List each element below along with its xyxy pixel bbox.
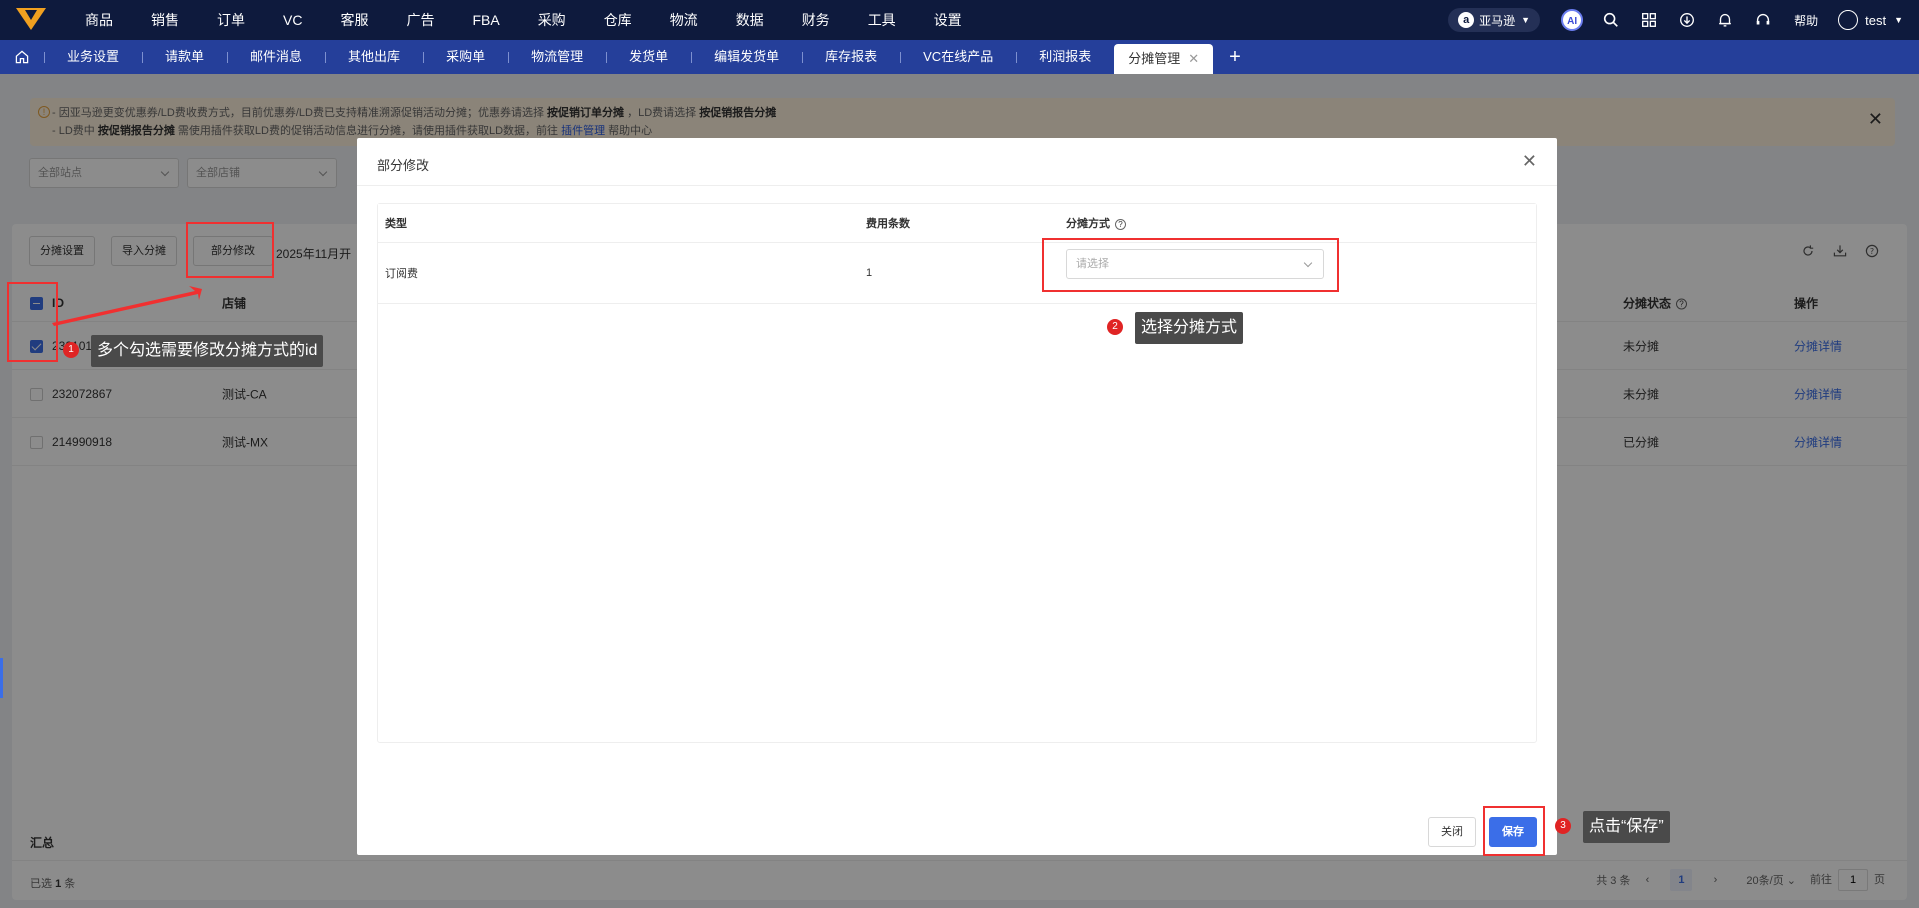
- annotation-box-method: [1042, 238, 1339, 292]
- home-icon[interactable]: [0, 40, 44, 74]
- tab-label: 其他出库: [348, 49, 401, 64]
- menu-item-11[interactable]: 财务: [783, 10, 849, 30]
- step-3-tooltip: 点击“保存”: [1583, 811, 1670, 843]
- menu-item-4[interactable]: 客服: [321, 10, 387, 30]
- tab-separator: [802, 52, 804, 63]
- row-type: 订阅费: [385, 268, 418, 280]
- help-link[interactable]: 帮助: [1794, 12, 1818, 29]
- tab-1[interactable]: 请款单: [142, 40, 227, 74]
- caret-down-icon: ▼: [1521, 15, 1531, 25]
- tab-8[interactable]: 库存报表: [802, 40, 900, 74]
- tab-label: 编辑发货单: [714, 49, 780, 64]
- tab-active-label: 分摊管理: [1128, 51, 1181, 66]
- tab-list: 业务设置 请款单 邮件消息 其他出库 采购单 物流管理 发货单 编辑发货单 库存报表 VC在线产品…: [44, 40, 1114, 74]
- menu-item-7[interactable]: 采购: [519, 10, 585, 30]
- partial-edit-dialog: 部分修改 ✕ 类型 费用条数 分摊方式? 订阅费 1 请选择 关闭 保存: [357, 138, 1557, 855]
- amazon-icon: a: [1458, 12, 1475, 28]
- tab-separator: [508, 52, 510, 63]
- annotation-box-partial-edit: [186, 222, 274, 278]
- menu-item-0[interactable]: 商品: [66, 10, 132, 30]
- menu-item-9[interactable]: 物流: [651, 10, 717, 30]
- main-menu: 商品 销售 订单 VC 客服 广告 FBA 采购 仓库 物流 数据 财务 工具 设置: [66, 0, 981, 40]
- col-fee-count: 费用条数: [866, 218, 910, 230]
- step-3-badge: 3: [1555, 818, 1571, 834]
- tab-0[interactable]: 业务设置: [44, 40, 142, 74]
- tab-label: 库存报表: [825, 49, 878, 64]
- top-right-tools: a 亚马逊 ▼ AI 帮助 test ▼: [1448, 0, 1919, 40]
- download-icon[interactable]: [1677, 10, 1697, 30]
- tab-label: 采购单: [446, 49, 486, 64]
- dialog-title: 部分修改: [377, 158, 430, 173]
- tab-5[interactable]: 物流管理: [508, 40, 606, 74]
- tab-label: 物流管理: [531, 49, 584, 64]
- tab-label: 发货单: [629, 49, 669, 64]
- tab-bar: 业务设置 请款单 邮件消息 其他出库 采购单 物流管理 发货单 编辑发货单 库存报表 VC在线产品…: [0, 40, 1919, 74]
- apps-grid-icon[interactable]: [1639, 10, 1659, 30]
- tab-label: VC在线产品: [923, 49, 994, 64]
- col-allocation-method: 分摊方式?: [1066, 215, 1126, 231]
- tab-separator: [227, 52, 229, 63]
- tab-10[interactable]: 利润报表: [1016, 40, 1114, 74]
- menu-item-12[interactable]: 工具: [849, 10, 915, 30]
- marketplace-switcher[interactable]: a 亚马逊 ▼: [1448, 8, 1541, 32]
- menu-item-5[interactable]: 广告: [387, 10, 453, 30]
- headset-icon[interactable]: [1753, 10, 1773, 30]
- tab-separator: [900, 52, 902, 63]
- tab-4[interactable]: 采购单: [423, 40, 508, 74]
- close-icon[interactable]: ✕: [1188, 51, 1199, 66]
- caret-down-icon: ▼: [1894, 15, 1903, 25]
- step-1-badge: 1: [63, 342, 79, 358]
- tab-7[interactable]: 编辑发货单: [691, 40, 802, 74]
- tab-separator: [325, 52, 327, 63]
- col-type: 类型: [385, 218, 407, 230]
- tab-label: 利润报表: [1039, 49, 1092, 64]
- add-tab-icon[interactable]: +: [1213, 40, 1257, 74]
- tab-separator: [606, 52, 608, 63]
- side-indicator: [0, 658, 3, 698]
- tab-9[interactable]: VC在线产品: [900, 40, 1016, 74]
- tab-label: 业务设置: [67, 49, 120, 64]
- row-fee-count: 1: [866, 267, 873, 279]
- tab-separator: [691, 52, 693, 63]
- close-icon[interactable]: ✕: [1522, 151, 1537, 172]
- annotation-arrow: [52, 286, 202, 326]
- menu-item-3[interactable]: VC: [264, 12, 321, 28]
- tab-separator: [44, 52, 45, 63]
- menu-item-10[interactable]: 数据: [717, 10, 783, 30]
- tab-separator: [1016, 52, 1018, 63]
- tab-active[interactable]: 分摊管理 ✕: [1114, 44, 1214, 74]
- user-name: test: [1865, 12, 1887, 28]
- table-row: 订阅费 1 请选择: [378, 243, 1536, 304]
- avatar-icon: [1838, 10, 1859, 30]
- dialog-table: 类型 费用条数 分摊方式? 订阅费 1 请选择: [377, 203, 1537, 743]
- tab-label: 请款单: [165, 49, 205, 64]
- marketplace-label: 亚马逊: [1479, 13, 1516, 28]
- help-circle-icon[interactable]: ?: [1115, 218, 1126, 230]
- tab-label: 邮件消息: [250, 49, 303, 64]
- ai-assistant-icon[interactable]: AI: [1561, 9, 1584, 31]
- close-button[interactable]: 关闭: [1428, 817, 1476, 847]
- tab-separator: [142, 52, 144, 63]
- app-logo[interactable]: [16, 8, 46, 32]
- tab-2[interactable]: 邮件消息: [227, 40, 325, 74]
- menu-item-8[interactable]: 仓库: [585, 10, 651, 30]
- annotation-box-save: [1483, 806, 1545, 856]
- dialog-table-header: 类型 费用条数 分摊方式?: [378, 204, 1536, 243]
- top-navigation: 商品 销售 订单 VC 客服 广告 FBA 采购 仓库 物流 数据 财务 工具 设置 a 亚马逊 ▼ AI…: [0, 0, 1919, 40]
- menu-item-6[interactable]: FBA: [453, 12, 518, 28]
- dialog-header: 部分修改 ✕: [357, 138, 1557, 186]
- tab-separator: [423, 52, 425, 63]
- menu-item-13[interactable]: 设置: [915, 10, 981, 30]
- search-icon[interactable]: [1601, 10, 1621, 30]
- step-2-tooltip: 选择分摊方式: [1135, 312, 1244, 344]
- tab-3[interactable]: 其他出库: [325, 40, 423, 74]
- menu-item-1[interactable]: 销售: [132, 10, 198, 30]
- menu-item-2[interactable]: 订单: [198, 10, 264, 30]
- user-menu[interactable]: test ▼: [1838, 10, 1903, 30]
- step-1-tooltip: 多个勾选需要修改分摊方式的id: [91, 335, 324, 367]
- bell-icon[interactable]: [1715, 10, 1735, 30]
- tab-6[interactable]: 发货单: [606, 40, 691, 74]
- step-2-badge: 2: [1107, 319, 1123, 335]
